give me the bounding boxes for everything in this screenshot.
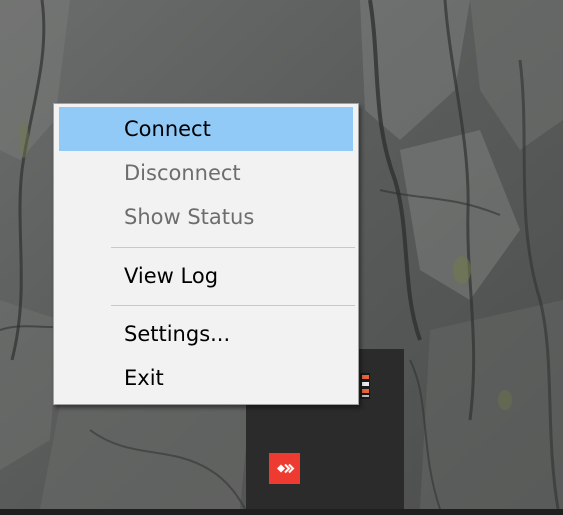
menu-separator [111,305,355,306]
taskbar-edge [0,509,563,515]
menu-item-disconnect: Disconnect [124,161,241,185]
desktop: Connect Disconnect Show Status View Log … [0,0,563,515]
partial-tray-icon[interactable] [359,371,371,401]
diamond-arrows-glyph [277,463,295,474]
menu-item-settings[interactable]: Settings... [59,312,353,356]
tray-context-menu: Connect Disconnect Show Status View Log … [53,103,359,405]
menu-item-exit[interactable]: Exit [59,356,353,400]
menu-separator [111,247,355,248]
menu-item-connect[interactable]: Connect [59,107,353,151]
menu-item-show-status: Show Status [124,205,255,229]
menu-item-view-log[interactable]: View Log [59,254,353,298]
red-diamond-arrows-icon[interactable] [269,453,300,484]
